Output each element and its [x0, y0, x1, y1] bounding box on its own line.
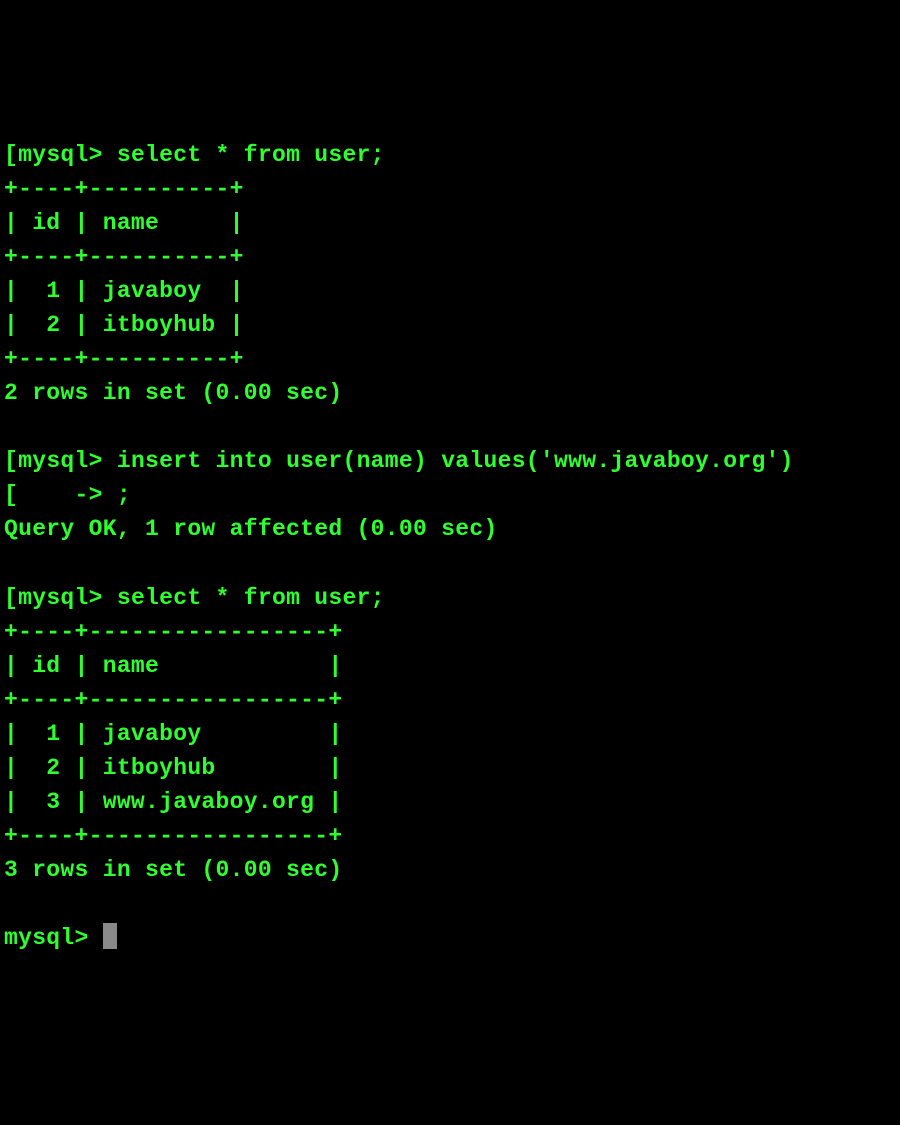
sql-command: insert into user(name) values('www.javab…: [117, 448, 794, 474]
result-summary: Query OK, 1 row affected (0.00 sec): [4, 516, 498, 542]
mysql-prompt: mysql>: [4, 925, 89, 951]
prompt-bracket: [: [4, 448, 18, 474]
table-row: | 2 | itboyhub |: [4, 755, 342, 781]
mysql-prompt: mysql>: [18, 585, 103, 611]
table-row: | 1 | javaboy |: [4, 721, 342, 747]
table-border: +----+----------+: [4, 244, 244, 270]
table-border: +----+----------+: [4, 176, 244, 202]
table-row: | 1 | javaboy |: [4, 278, 244, 304]
table-row: | 2 | itboyhub |: [4, 312, 244, 338]
table-border: +----+-----------------+: [4, 619, 342, 645]
table-border: +----+----------+: [4, 346, 244, 372]
result-summary: 2 rows in set (0.00 sec): [4, 380, 342, 406]
continuation-prompt: ->: [18, 482, 103, 508]
prompt-bracket: [: [4, 585, 18, 611]
prompt-bracket: [: [4, 482, 18, 508]
sql-command: select * from user;: [117, 142, 385, 168]
table-border: +----+-----------------+: [4, 823, 342, 849]
mysql-prompt: mysql>: [18, 448, 103, 474]
prompt-bracket: [: [4, 142, 18, 168]
mysql-prompt: mysql>: [18, 142, 103, 168]
sql-continuation: ;: [117, 482, 131, 508]
table-row: | 3 | www.javaboy.org |: [4, 789, 342, 815]
table-border: +----+-----------------+: [4, 687, 342, 713]
result-summary: 3 rows in set (0.00 sec): [4, 857, 342, 883]
sql-command: select * from user;: [117, 585, 385, 611]
terminal-output: [mysql> select * from user; +----+------…: [4, 138, 896, 955]
table-header: | id | name |: [4, 653, 342, 679]
table-header: | id | name |: [4, 210, 244, 236]
cursor-icon[interactable]: [103, 923, 117, 949]
